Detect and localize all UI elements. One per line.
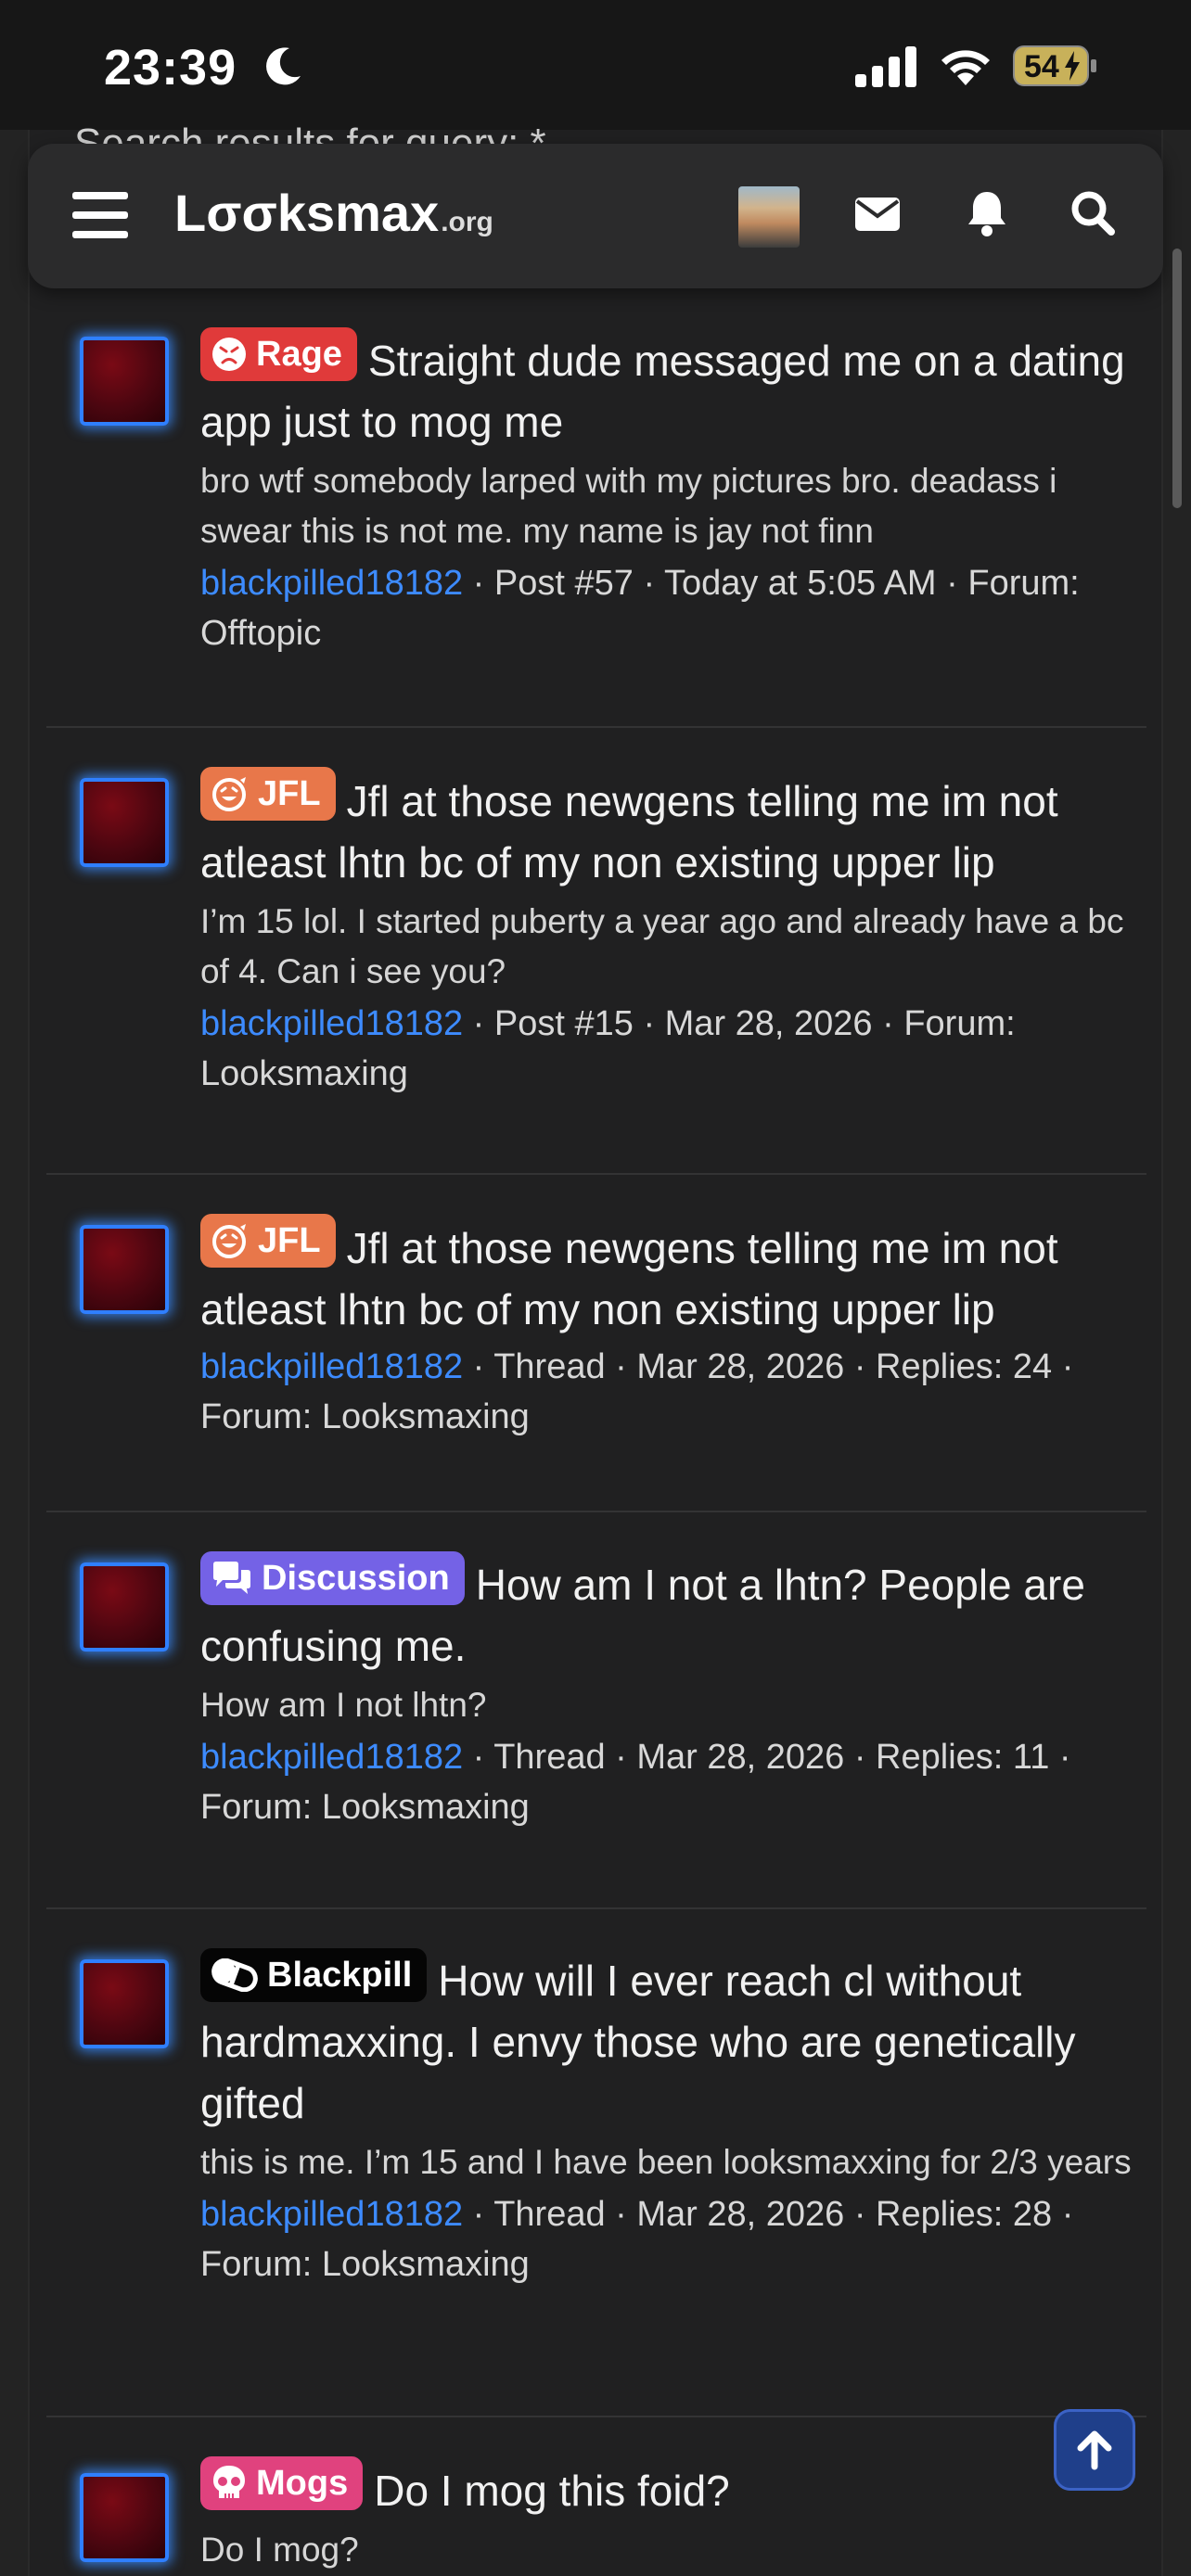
- result-snippet: I’m 15 lol. I started puberty a year ago…: [200, 902, 1124, 990]
- result-snippet: this is me. I’m 15 and I have been looks…: [200, 2143, 1132, 2181]
- result-title[interactable]: Rage Straight dude messaged me on a dati…: [200, 327, 1137, 453]
- moon-icon: [266, 47, 301, 85]
- search-query-heading: Search results for query: *: [74, 121, 546, 145]
- result-meta: blackpilled18182 · Post #57 · Today at 5…: [200, 564, 1080, 653]
- laughing-face-icon: [212, 1224, 246, 1258]
- result-avatar[interactable]: [80, 778, 169, 867]
- result-snippet: Do I mog?: [200, 2531, 359, 2569]
- result-username-link[interactable]: blackpilled18182: [200, 1347, 463, 1386]
- mail-icon[interactable]: [855, 198, 900, 231]
- bell-icon[interactable]: [967, 190, 1007, 236]
- status-time: 23:39: [104, 40, 237, 96]
- skull-icon: [213, 2466, 245, 2498]
- pill-icon: [211, 1958, 258, 1992]
- result-meta: blackpilled18182 · Thread · Mar 28, 2026…: [200, 2195, 1074, 2284]
- laughing-face-icon: [212, 777, 246, 811]
- result-username-link[interactable]: blackpilled18182: [200, 2195, 463, 2234]
- arrow-up-icon: [1077, 2430, 1112, 2470]
- result-username-link[interactable]: blackpilled18182: [200, 1738, 463, 1777]
- scrollbar-thumb[interactable]: [1172, 249, 1182, 508]
- prefix-badge-jfl: JFL: [200, 1214, 336, 1268]
- scroll-to-top-button[interactable]: [1054, 2409, 1135, 2491]
- result-title[interactable]: JFL Jfl at those newgens telling me im n…: [200, 1214, 1137, 1340]
- hamburger-menu-icon[interactable]: [72, 190, 130, 240]
- prefix-badge-rage: Rage: [200, 327, 357, 381]
- top-navbar: Lσσksmax .org: [28, 144, 1163, 288]
- result-item[interactable]: JFL Jfl at those newgens telling me im n…: [46, 1175, 1146, 1512]
- result-avatar[interactable]: [80, 1959, 169, 2048]
- result-title[interactable]: Discussion How am I not a lhtn? People a…: [200, 1551, 1137, 1677]
- result-item[interactable]: JFL Jfl at those newgens telling me im n…: [46, 728, 1146, 1175]
- wifi-icon: [941, 50, 990, 85]
- battery-indicator: 54: [1013, 45, 1098, 87]
- result-avatar[interactable]: [80, 1562, 169, 1651]
- result-meta: blackpilled18182 · Thread · Mar 28, 2026…: [200, 1738, 1071, 1827]
- result-snippet: bro wtf somebody larped with my pictures…: [200, 462, 1057, 550]
- result-snippet: How am I not lhtn?: [200, 1686, 487, 1724]
- search-icon[interactable]: [1070, 190, 1115, 236]
- result-item[interactable]: Discussion How am I not a lhtn? People a…: [46, 1512, 1146, 1909]
- result-avatar[interactable]: [80, 1225, 169, 1314]
- result-avatar[interactable]: [80, 2473, 169, 2562]
- result-title[interactable]: Mogs Do I mog this foid?: [200, 2456, 1137, 2521]
- result-title[interactable]: JFL Jfl at those newgens telling me im n…: [200, 767, 1137, 893]
- prefix-badge-jfl: JFL: [200, 767, 336, 821]
- result-meta: blackpilled18182 · Post #15 · Mar 28, 20…: [200, 1004, 1016, 1093]
- result-item[interactable]: Blackpill How will I ever reach cl witho…: [46, 1909, 1146, 2417]
- result-item[interactable]: Mogs Do I mog this foid? Do I mog?: [46, 2417, 1146, 2576]
- site-logo[interactable]: Lσσksmax .org: [174, 183, 493, 248]
- angry-face-icon: [212, 338, 246, 371]
- result-title[interactable]: Blackpill How will I ever reach cl witho…: [200, 1948, 1137, 2134]
- search-results-list: Rage Straight dude messaged me on a dati…: [46, 288, 1146, 2576]
- status-bar: 23:39 54: [0, 0, 1191, 130]
- prefix-badge-blackpill: Blackpill: [200, 1948, 428, 2002]
- user-avatar[interactable]: [738, 186, 800, 248]
- charging-bolt-icon: [1065, 51, 1080, 81]
- result-username-link[interactable]: blackpilled18182: [200, 564, 463, 603]
- prefix-badge-discussion: Discussion: [200, 1551, 465, 1605]
- chat-bubbles-icon: [213, 1562, 250, 1594]
- result-meta: blackpilled18182 · Thread · Mar 28, 2026…: [200, 1347, 1074, 1436]
- prefix-badge-mogs: Mogs: [200, 2456, 364, 2510]
- result-item[interactable]: Rage Straight dude messaged me on a dati…: [46, 288, 1146, 728]
- cellular-signal-icon: [855, 46, 916, 87]
- battery-level: 54: [1024, 49, 1059, 84]
- result-username-link[interactable]: blackpilled18182: [200, 1004, 463, 1043]
- result-avatar[interactable]: [80, 337, 169, 426]
